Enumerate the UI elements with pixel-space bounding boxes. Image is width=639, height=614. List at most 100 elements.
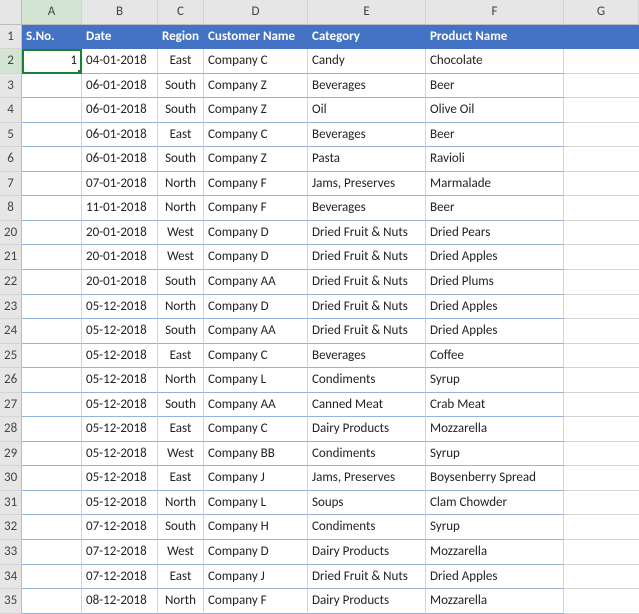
cell-sno[interactable]	[22, 295, 82, 320]
cell-product[interactable]: Beer	[426, 74, 564, 99]
cell-product[interactable]: Mozzarella	[426, 417, 564, 442]
col-head-E[interactable]: E	[308, 0, 426, 25]
cell-category[interactable]: Condiments	[308, 515, 426, 540]
cell-product[interactable]: Crab Meat	[426, 393, 564, 418]
cell-category[interactable]: Pasta	[308, 147, 426, 172]
cell-category[interactable]: Jams, Preserves	[308, 466, 426, 491]
cell-sno[interactable]	[22, 466, 82, 491]
cell-product[interactable]: Syrup	[426, 368, 564, 393]
row-head-25[interactable]: 25	[0, 344, 22, 369]
row-head-24[interactable]: 24	[0, 319, 22, 344]
cell-blank[interactable]	[564, 565, 639, 590]
cell-date[interactable]: 06-01-2018	[82, 98, 158, 123]
cell-category[interactable]: Jams, Preserves	[308, 172, 426, 197]
cell-customer[interactable]: Company F	[204, 172, 308, 197]
cell-blank[interactable]	[564, 49, 639, 74]
cell-date[interactable]: 06-01-2018	[82, 123, 158, 148]
cell-product[interactable]: Dried Pears	[426, 221, 564, 246]
cell-sno[interactable]	[22, 417, 82, 442]
cell-region[interactable]: West	[158, 221, 204, 246]
cell-category[interactable]: Condiments	[308, 368, 426, 393]
cell-sno[interactable]	[22, 344, 82, 369]
cell-customer[interactable]: Company C	[204, 49, 308, 74]
cell-region[interactable]: North	[158, 589, 204, 614]
cell-date[interactable]: 05-12-2018	[82, 319, 158, 344]
cell-blank[interactable]	[564, 417, 639, 442]
cell-category[interactable]: Dairy Products	[308, 417, 426, 442]
cell-date[interactable]: 04-01-2018	[82, 49, 158, 74]
cell-customer[interactable]: Company BB	[204, 442, 308, 467]
cell-category[interactable]: Dried Fruit & Nuts	[308, 295, 426, 320]
cell-product[interactable]: Dried Plums	[426, 270, 564, 295]
cell-region[interactable]: East	[158, 466, 204, 491]
row-head-2[interactable]: 2	[0, 49, 22, 74]
cell-region[interactable]: North	[158, 368, 204, 393]
cell-blank[interactable]	[564, 344, 639, 369]
cell-product[interactable]: Chocolate	[426, 49, 564, 74]
cell-date[interactable]: 05-12-2018	[82, 295, 158, 320]
cell-date[interactable]: 06-01-2018	[82, 147, 158, 172]
cell-product[interactable]: Dried Apples	[426, 319, 564, 344]
cell-product[interactable]: Clam Chowder	[426, 491, 564, 516]
cell-category[interactable]: Soups	[308, 491, 426, 516]
row-head-3[interactable]: 3	[0, 74, 22, 99]
cell-date[interactable]: 05-12-2018	[82, 491, 158, 516]
cell-region[interactable]: West	[158, 540, 204, 565]
cell-sno[interactable]	[22, 270, 82, 295]
cell-blank[interactable]	[564, 196, 639, 221]
cell-blank[interactable]	[564, 491, 639, 516]
cell-date[interactable]: 05-12-2018	[82, 466, 158, 491]
cell-date[interactable]: 07-12-2018	[82, 540, 158, 565]
cell-customer[interactable]: Company D	[204, 295, 308, 320]
row-head-34[interactable]: 34	[0, 565, 22, 590]
cell-category[interactable]: Dried Fruit & Nuts	[308, 245, 426, 270]
cell-product[interactable]: Olive Oil	[426, 98, 564, 123]
cell-date[interactable]: 05-12-2018	[82, 344, 158, 369]
cell-product[interactable]: Boysenberry Spread	[426, 466, 564, 491]
cell-sno[interactable]	[22, 319, 82, 344]
cell-product[interactable]: Beer	[426, 123, 564, 148]
cell-category[interactable]: Canned Meat	[308, 393, 426, 418]
cell-product[interactable]: Mozzarella	[426, 589, 564, 614]
cell-blank[interactable]	[564, 172, 639, 197]
cell-product[interactable]: Syrup	[426, 442, 564, 467]
cell-blank[interactable]	[564, 368, 639, 393]
cell-blank[interactable]	[564, 221, 639, 246]
cell-category[interactable]: Beverages	[308, 123, 426, 148]
cell-region[interactable]: North	[158, 172, 204, 197]
cell-customer[interactable]: Company C	[204, 344, 308, 369]
cell-region[interactable]: South	[158, 147, 204, 172]
row-head-33[interactable]: 33	[0, 540, 22, 565]
cell-customer[interactable]: Company D	[204, 245, 308, 270]
cell-customer[interactable]: Company Z	[204, 74, 308, 99]
row-head-29[interactable]: 29	[0, 442, 22, 467]
col-head-D[interactable]: D	[204, 0, 308, 25]
row-head-23[interactable]: 23	[0, 295, 22, 320]
cell-category[interactable]: Beverages	[308, 196, 426, 221]
cell-sno[interactable]	[22, 74, 82, 99]
cell-blank[interactable]	[564, 393, 639, 418]
row-head-1[interactable]: 1	[0, 25, 22, 50]
cell-date[interactable]: 07-12-2018	[82, 565, 158, 590]
row-head-7[interactable]: 7	[0, 172, 22, 197]
cell-blank[interactable]	[564, 540, 639, 565]
cell-date[interactable]: 08-12-2018	[82, 589, 158, 614]
row-head-21[interactable]: 21	[0, 245, 22, 270]
cell-region[interactable]: West	[158, 245, 204, 270]
cell-sno[interactable]	[22, 196, 82, 221]
cell-product[interactable]: Dried Apples	[426, 245, 564, 270]
cell-region[interactable]: South	[158, 393, 204, 418]
cell-date[interactable]: 06-01-2018	[82, 74, 158, 99]
col-head-G[interactable]: G	[564, 0, 639, 25]
cell-blank[interactable]	[564, 270, 639, 295]
cell-customer[interactable]: Company C	[204, 417, 308, 442]
row-head-28[interactable]: 28	[0, 417, 22, 442]
cell-customer[interactable]: Company C	[204, 123, 308, 148]
cell-date[interactable]: 05-12-2018	[82, 393, 158, 418]
spreadsheet-grid[interactable]: ABCDEFG1S.No.DateRegionCustomer NameCate…	[0, 0, 639, 614]
cell-sno[interactable]	[22, 565, 82, 590]
cell-sno[interactable]	[22, 515, 82, 540]
cell-sno[interactable]: 1	[22, 49, 82, 74]
cell-customer[interactable]: Company AA	[204, 393, 308, 418]
cell-blank[interactable]	[564, 295, 639, 320]
